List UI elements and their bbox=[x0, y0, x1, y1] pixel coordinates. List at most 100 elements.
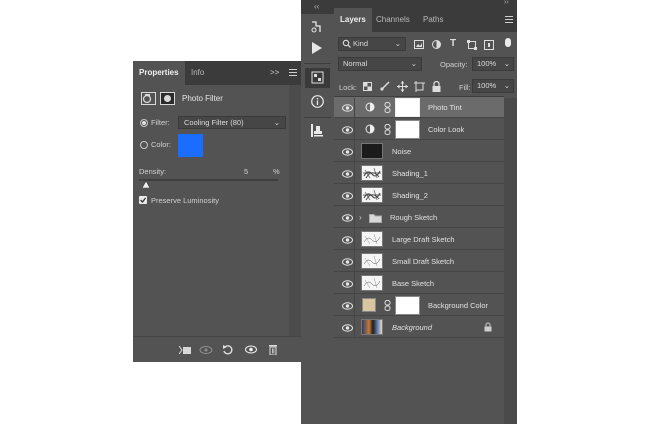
layer-visibility-eye-icon[interactable] bbox=[342, 214, 353, 222]
color-swatch[interactable] bbox=[178, 134, 203, 157]
density-slider-thumb[interactable] bbox=[141, 181, 150, 188]
fill-label: Fill: bbox=[459, 83, 471, 92]
tab-layers[interactable]: Layers bbox=[334, 8, 372, 32]
chevron-down-icon: ⌄ bbox=[503, 81, 510, 90]
adjustment-icon[interactable] bbox=[365, 124, 375, 134]
stamp-icon[interactable] bbox=[311, 124, 324, 137]
background-photo-thumbnail[interactable] bbox=[361, 319, 383, 335]
layer-row[interactable]: Base Sketch bbox=[334, 273, 504, 294]
layer-row[interactable]: › Rough Sketch bbox=[334, 207, 504, 228]
layer-visibility-eye-icon[interactable] bbox=[342, 280, 353, 288]
layer-visibility-eye-icon[interactable] bbox=[342, 192, 353, 200]
density-slider-track[interactable] bbox=[139, 179, 278, 181]
link-chain-icon[interactable] bbox=[384, 102, 391, 113]
pixel-layer-filter-icon[interactable] bbox=[414, 40, 424, 49]
filter-select[interactable]: Cooling Filter (80) ⌄ bbox=[178, 116, 286, 129]
layer-visibility-eye-icon[interactable] bbox=[342, 148, 353, 156]
adjustment-icon[interactable] bbox=[365, 102, 375, 112]
filter-radio[interactable] bbox=[140, 119, 148, 127]
layer-mask-thumbnail[interactable] bbox=[395, 98, 420, 117]
shape-layer-filter-icon[interactable] bbox=[467, 40, 477, 50]
layer-visibility-eye-icon[interactable] bbox=[342, 104, 353, 112]
layer-row[interactable]: Shading_2 bbox=[334, 185, 504, 206]
layer-row[interactable]: Shading_1 bbox=[334, 163, 504, 184]
tab-paths[interactable]: Paths bbox=[417, 8, 449, 32]
tab-channels[interactable]: Channels bbox=[370, 8, 416, 32]
layer-visibility-eye-icon[interactable] bbox=[342, 236, 353, 244]
blend-mode-select[interactable]: Normal ⌄ bbox=[338, 57, 422, 71]
layer-visibility-eye-icon[interactable] bbox=[342, 324, 353, 332]
reset-icon[interactable] bbox=[222, 344, 234, 356]
layer-row[interactable]: Background Color bbox=[334, 295, 504, 316]
sketch-thumbnail[interactable] bbox=[361, 187, 383, 203]
sketch-thumbnail[interactable] bbox=[361, 275, 383, 291]
lock-artboard-icon[interactable] bbox=[414, 81, 425, 92]
layer-row[interactable]: Large Draft Sketch bbox=[334, 229, 504, 250]
view-previous-state-icon[interactable] bbox=[199, 345, 213, 355]
lock-transparent-icon[interactable] bbox=[363, 82, 372, 91]
sketch-thumbnail[interactable] bbox=[361, 231, 383, 247]
fill-color-swatch[interactable] bbox=[362, 298, 376, 312]
sketch-thumbnail[interactable] bbox=[361, 165, 383, 181]
lock-icon bbox=[484, 322, 492, 332]
fill-field[interactable]: 100% ⌄ bbox=[472, 79, 514, 93]
tool-divider bbox=[304, 63, 331, 64]
color-label: Color: bbox=[151, 140, 172, 149]
properties-panel: Properties Info >> Photo Filter Filter: … bbox=[133, 61, 301, 362]
layer-row[interactable]: Photo Tint bbox=[334, 97, 504, 118]
noise-thumbnail[interactable] bbox=[361, 143, 383, 159]
density-value[interactable]: 5 bbox=[244, 167, 248, 176]
history-icon[interactable] bbox=[311, 20, 323, 34]
layer-mask-thumbnail[interactable] bbox=[395, 296, 420, 315]
collapse-icon[interactable]: ›› bbox=[504, 0, 509, 6]
layer-row[interactable]: Noise bbox=[334, 141, 504, 162]
properties-panel-button[interactable] bbox=[305, 68, 330, 88]
layers-topstrip: ›› bbox=[334, 0, 517, 8]
tab-properties[interactable]: Properties bbox=[133, 61, 185, 85]
layer-mask-thumbnail[interactable] bbox=[395, 120, 420, 139]
color-radio[interactable] bbox=[140, 141, 148, 149]
kind-value: Kind bbox=[353, 39, 369, 48]
play-actions-icon[interactable] bbox=[312, 42, 322, 54]
opacity-field[interactable]: 100% ⌄ bbox=[472, 57, 514, 71]
properties-scrollbar[interactable] bbox=[289, 85, 301, 341]
link-chain-icon[interactable] bbox=[384, 300, 391, 311]
layer-visibility-eye-icon[interactable] bbox=[342, 258, 353, 266]
preserve-luminosity-checkbox[interactable] bbox=[139, 196, 147, 204]
link-chain-icon[interactable] bbox=[384, 124, 391, 135]
layer-name: Small Draft Sketch bbox=[392, 257, 455, 266]
layer-visibility-eye-icon[interactable] bbox=[342, 302, 353, 310]
expand-panel-icon[interactable]: >> bbox=[270, 68, 279, 77]
sketch-thumbnail[interactable] bbox=[361, 253, 383, 269]
folder-icon bbox=[369, 213, 382, 223]
layer-visibility-eye-icon[interactable] bbox=[342, 170, 353, 178]
type-layer-filter-icon[interactable]: T bbox=[450, 38, 456, 49]
lock-position-move-icon[interactable] bbox=[397, 81, 408, 92]
panel-menu-icon[interactable] bbox=[505, 16, 513, 23]
group-expand-chevron-icon[interactable]: › bbox=[359, 213, 362, 222]
visibility-eye-icon[interactable] bbox=[245, 345, 257, 354]
layer-visibility-eye-icon[interactable] bbox=[342, 126, 353, 134]
layer-kind-filter[interactable]: Kind ⌄ bbox=[338, 37, 406, 51]
collapse-panels-icon[interactable]: ‹‹ bbox=[314, 2, 319, 11]
layer-row[interactable]: Background bbox=[334, 317, 504, 338]
layer-name: Color Look bbox=[428, 125, 465, 134]
layer-row[interactable]: Small Draft Sketch bbox=[334, 251, 504, 272]
visibility-column-divider bbox=[354, 98, 355, 338]
info-icon[interactable] bbox=[311, 95, 324, 108]
lock-image-brush-icon[interactable] bbox=[380, 81, 390, 91]
clip-to-layer-icon[interactable] bbox=[179, 345, 191, 355]
filter-toggle-switch[interactable] bbox=[505, 38, 511, 47]
trash-icon[interactable] bbox=[268, 344, 278, 355]
layers-scrollbar[interactable] bbox=[504, 98, 517, 424]
layer-name: Shading_2 bbox=[392, 191, 428, 200]
smart-object-filter-icon[interactable] bbox=[484, 40, 494, 50]
panel-menu-icon[interactable] bbox=[289, 69, 297, 76]
adjustment-layer-filter-icon[interactable] bbox=[432, 40, 441, 49]
layer-row[interactable]: Color Look bbox=[334, 119, 504, 140]
tool-strip: ‹‹ bbox=[301, 0, 334, 424]
mask-icon[interactable] bbox=[160, 92, 175, 105]
adjustment-layer-icon bbox=[141, 92, 156, 105]
tab-info[interactable]: Info bbox=[185, 61, 210, 85]
lock-all-icon[interactable] bbox=[432, 81, 441, 92]
